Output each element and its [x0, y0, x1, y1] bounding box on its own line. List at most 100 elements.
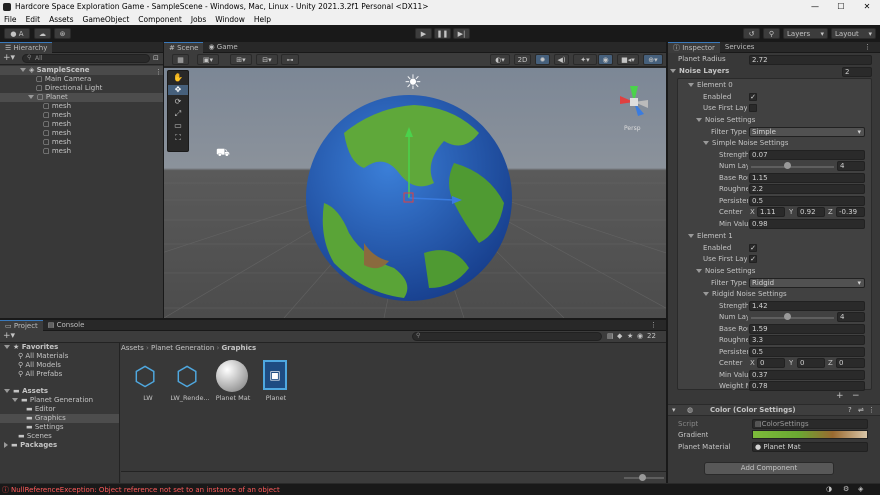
min-value-field[interactable]: 0.37	[749, 370, 865, 380]
tree-item-assets[interactable]: ▬ Assets	[4, 387, 48, 396]
tree-item-planet-generation[interactable]: ▬ Planet Generation	[12, 396, 93, 405]
asset-tile[interactable]: ⬡ LW	[128, 360, 168, 405]
element-1-foldout[interactable]: Element 1	[688, 232, 733, 240]
scale-tool-icon[interactable]: ⤢	[168, 109, 188, 119]
tree-item-all-prefabs[interactable]: ⚲ All Prefabs	[18, 370, 62, 379]
progress-icon[interactable]: ◑	[826, 485, 832, 493]
menu-window[interactable]: Window	[215, 15, 245, 24]
center-x-field[interactable]: 0	[757, 358, 785, 368]
move-tool-icon[interactable]: ✥	[168, 85, 188, 95]
hidden-objects-button[interactable]: ◉	[598, 54, 613, 65]
hierarchy-item-mesh[interactable]: ▢ mesh	[43, 111, 71, 120]
camera-gizmo-icon[interactable]: ⛟	[216, 146, 230, 161]
hierarchy-search-input[interactable]: ⚲ All	[22, 54, 150, 63]
more-options-icon[interactable]: ⋮	[868, 406, 875, 414]
slider-handle[interactable]	[784, 162, 791, 169]
add-element-button[interactable]: +	[836, 391, 844, 401]
planet-material-field[interactable]: ● Planet Mat	[752, 442, 868, 452]
play-button[interactable]: ▶	[415, 28, 432, 39]
simple-noise-settings-foldout[interactable]: Simple Noise Settings	[703, 139, 788, 147]
hierarchy-item-mesh[interactable]: ▢ mesh	[43, 147, 71, 156]
camera-settings-button[interactable]: ■◂▾	[617, 54, 639, 65]
noise-layers-count-field[interactable]: 2	[842, 67, 872, 77]
persp-label[interactable]: Persp	[624, 125, 641, 132]
settings-icon[interactable]: ◈	[858, 485, 863, 493]
persistence-field[interactable]: 0.5	[749, 196, 865, 206]
asset-tile[interactable]: ⬡ LW_Rende...	[170, 360, 210, 405]
tab-inspector[interactable]: ⓘ Inspector	[668, 41, 720, 53]
tab-services[interactable]: Services	[720, 42, 760, 53]
maximize-icon[interactable]: ☐	[828, 0, 854, 13]
num-layers-field[interactable]: 4	[837, 161, 865, 171]
shading-mode-button[interactable]: ◐▾	[490, 54, 510, 65]
base-roughness-field[interactable]: 1.15	[749, 173, 865, 183]
num-layers-field[interactable]: 4	[837, 312, 865, 322]
enabled-checkbox[interactable]: ✓	[749, 244, 757, 252]
tree-item-editor[interactable]: ▬ Editor	[26, 405, 56, 414]
tab-project[interactable]: ▭ Project	[0, 319, 43, 331]
account-button[interactable]: ● A	[4, 28, 30, 39]
hierarchy-item-mesh[interactable]: ▢ mesh	[43, 102, 71, 111]
eye-icon[interactable]: ◉	[637, 332, 643, 340]
persistence-field[interactable]: 0.5	[749, 347, 865, 357]
more-options-icon[interactable]: ⋮	[864, 43, 871, 51]
layout-dropdown[interactable]: Layout ▾	[831, 28, 876, 39]
center-x-field[interactable]: 1.11	[757, 207, 785, 217]
asset-tile[interactable]: Planet Mat	[213, 360, 253, 405]
hierarchy-item-mesh[interactable]: ▢ mesh	[43, 129, 71, 138]
star-icon[interactable]: ★	[627, 332, 633, 340]
tree-item-all-models[interactable]: ⚲ All Models	[18, 361, 61, 370]
undo-history-button[interactable]: ↺	[743, 28, 760, 39]
scene-viewport[interactable]: ☀ ⛟ ✋ ✥ ⟳ ⤢ ▭ ⛶ Persp	[164, 68, 666, 318]
filter-type-dropdown[interactable]: Simple ▾	[749, 127, 865, 137]
slider-handle[interactable]	[784, 313, 791, 320]
tree-item-scenes[interactable]: ▬ Scenes	[18, 432, 52, 441]
draw-mode-button[interactable]: ▦	[172, 54, 189, 65]
num-layers-slider[interactable]	[751, 166, 834, 168]
preset-icon[interactable]: ⇌	[858, 406, 864, 414]
grid-snap-button[interactable]: ⊞▾	[230, 54, 252, 65]
tree-item-favorites[interactable]: ★ Favorites	[4, 343, 58, 352]
pause-button[interactable]: ❚❚	[434, 28, 451, 39]
search-button[interactable]: ⚲	[763, 28, 780, 39]
weight-multiplier-field[interactable]: 0.78	[749, 381, 865, 391]
menu-help[interactable]: Help	[254, 15, 271, 24]
center-y-field[interactable]: 0	[797, 358, 825, 368]
snap-settings-button[interactable]: ⊶	[281, 54, 299, 65]
center-z-field[interactable]: -0.39	[836, 207, 865, 217]
breadcrumb-assets[interactable]: Assets	[121, 344, 144, 352]
tree-item-graphics[interactable]: ▬ Graphics	[0, 414, 119, 423]
menu-component[interactable]: Component	[138, 15, 182, 24]
help-icon[interactable]: ?	[848, 406, 852, 414]
tab-scene[interactable]: # Scene	[164, 41, 204, 53]
noise-layers-foldout[interactable]: Noise Layers	[670, 67, 729, 75]
enabled-checkbox[interactable]: ✓	[749, 93, 757, 101]
hierarchy-item-main-camera[interactable]: ▢ Main Camera	[36, 75, 91, 84]
filter-type-dropdown[interactable]: Ridgid ▾	[749, 278, 865, 288]
tab-hierarchy[interactable]: ☰ Hierarchy	[0, 41, 53, 53]
menu-assets[interactable]: Assets	[49, 15, 73, 24]
menu-edit[interactable]: Edit	[26, 15, 41, 24]
status-error-message[interactable]: NullReferenceException: Object reference…	[11, 486, 280, 494]
rect-tool-icon[interactable]: ▭	[168, 121, 188, 131]
strength-field[interactable]: 1.42	[749, 301, 865, 311]
base-roughness-field[interactable]: 1.59	[749, 324, 865, 334]
debug-icon[interactable]: ⚙	[843, 485, 849, 493]
planet-radius-field[interactable]: 2.72	[749, 55, 872, 65]
strength-field[interactable]: 0.07	[749, 150, 865, 160]
layers-dropdown[interactable]: Layers ▾	[783, 28, 828, 39]
menu-gameobject[interactable]: GameObject	[83, 15, 130, 24]
color-settings-header[interactable]: ▾ ◍ Color (Color Settings) ? ⇌ ⋮	[668, 404, 880, 416]
project-search-input[interactable]: ⚲	[412, 332, 602, 341]
add-component-button[interactable]: Add Component	[704, 462, 834, 475]
noise-settings-foldout[interactable]: Noise Settings	[696, 267, 755, 275]
element-0-foldout[interactable]: Element 0	[688, 81, 733, 89]
hierarchy-item-directional-light[interactable]: ▢ Directional Light	[36, 84, 102, 93]
planet-sphere[interactable]	[304, 93, 514, 303]
slider-handle[interactable]	[639, 474, 646, 481]
render-mode-button[interactable]: ▣▾	[197, 54, 219, 65]
tree-item-all-materials[interactable]: ⚲ All Materials	[18, 352, 68, 361]
label-icon[interactable]: ◆	[617, 332, 622, 340]
rotate-tool-icon[interactable]: ⟳	[168, 97, 188, 107]
center-z-field[interactable]: 0	[836, 358, 865, 368]
